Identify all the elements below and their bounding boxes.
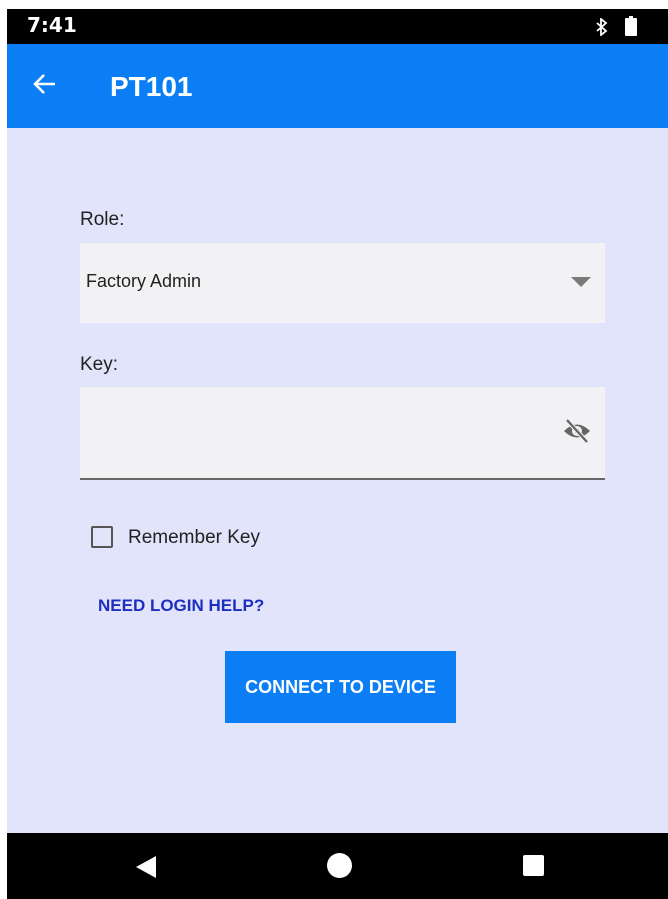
battery-icon: [625, 16, 637, 41]
status-bar: 7:41: [7, 9, 668, 44]
app-screen: 7:41 PT101 Role: Factory Admin Key: Reme…: [7, 9, 668, 899]
role-label: Role:: [80, 209, 125, 230]
page-title: PT101: [110, 71, 193, 102]
arrow-left-icon[interactable]: [33, 73, 57, 100]
key-label: Key:: [80, 354, 119, 375]
app-bar: PT101: [7, 44, 668, 128]
checkbox[interactable]: [91, 526, 113, 548]
chevron-down-icon: [571, 277, 591, 287]
role-dropdown[interactable]: Factory Admin: [80, 243, 605, 323]
login-help-link[interactable]: NEED LOGIN HELP?: [98, 596, 264, 616]
key-input[interactable]: [80, 387, 540, 478]
bluetooth-icon: [595, 17, 609, 41]
role-selected-value: Factory Admin: [86, 271, 202, 291]
connect-button[interactable]: CONNECT TO DEVICE: [225, 651, 456, 723]
eye-off-icon[interactable]: [562, 418, 592, 449]
remember-key-label: Remember Key: [128, 527, 260, 548]
status-time: 7:41: [27, 13, 77, 37]
nav-recents-icon[interactable]: [523, 855, 544, 876]
nav-home-icon[interactable]: [327, 853, 352, 878]
navigation-bar: [7, 833, 668, 899]
key-field: [80, 387, 605, 480]
nav-back-icon[interactable]: [135, 855, 157, 884]
